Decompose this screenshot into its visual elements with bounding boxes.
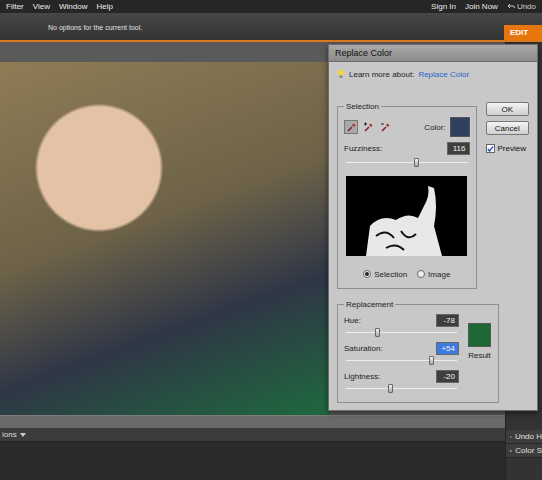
menu-item[interactable]: Window <box>59 2 87 11</box>
panel-header[interactable]: ions <box>0 428 505 442</box>
preview-checkbox[interactable]: Preview <box>486 144 529 153</box>
workspace: ionsUndo HColor SReplace ColorLearn more… <box>0 42 542 480</box>
value-input[interactable]: -78 <box>436 314 459 327</box>
expand-icon[interactable] <box>20 432 26 438</box>
result-label: Result <box>468 351 491 360</box>
menu-item[interactable]: View <box>33 2 50 11</box>
dialog-button[interactable]: OK <box>486 102 529 116</box>
selection-group: SelectionColor:Fuzziness:116SelectionIma… <box>337 102 477 289</box>
slider-track <box>346 388 457 389</box>
color-field: Color: <box>424 117 469 137</box>
slider-row: Lightness:-20 <box>344 369 459 396</box>
eyedropper-button[interactable] <box>361 120 375 134</box>
undo-icon <box>507 3 515 10</box>
options-bar: No options for the current tool. EDIT <box>0 13 542 42</box>
value-input[interactable]: -20 <box>436 370 459 383</box>
replace-color-dialog: Replace ColorLearn more about:Replace Co… <box>328 44 538 411</box>
value-input[interactable]: +54 <box>436 342 459 355</box>
replacement-group: ReplacementHue:-78Saturation:+54Lightnes… <box>337 300 499 403</box>
options-text: No options for the current tool. <box>48 24 142 40</box>
slider-row: Saturation:+54 <box>344 341 459 368</box>
slider-row: Hue:-78 <box>344 313 459 340</box>
dialog-button[interactable]: Cancel <box>486 121 529 135</box>
canvas-strip <box>0 415 505 428</box>
expand-icon[interactable] <box>510 434 512 440</box>
slider-track <box>346 360 457 361</box>
eyedropper-sample-icon <box>346 122 357 133</box>
view-radio[interactable]: Selection <box>363 270 407 279</box>
eyedropper-add-icon <box>363 122 374 133</box>
selection-mask-icon <box>346 176 467 256</box>
slider-thumb[interactable] <box>375 328 380 337</box>
account-link[interactable]: Join Now <box>465 2 498 11</box>
color-swatch[interactable] <box>450 117 470 137</box>
slider-track <box>346 332 457 333</box>
menu-item[interactable]: Filter <box>6 2 24 11</box>
selection-preview <box>346 176 467 256</box>
dialog-title[interactable]: Replace Color <box>329 45 537 62</box>
mode-tab[interactable]: EDIT <box>504 25 542 40</box>
slider-thumb[interactable] <box>414 158 419 167</box>
result-swatch[interactable] <box>468 323 491 347</box>
lightbulb-icon <box>337 69 345 79</box>
account-link[interactable]: Sign In <box>431 2 456 11</box>
panel-row[interactable]: Undo H <box>506 430 542 444</box>
fuzziness-input[interactable]: 116 <box>447 142 470 155</box>
editor-window: Filter View Window Help Sign In Join Now Undo N… <box>0 0 542 480</box>
slider-track <box>346 162 468 163</box>
check-icon <box>487 145 494 153</box>
replacement-slider[interactable] <box>346 384 457 393</box>
eyedropper-button[interactable] <box>378 120 392 134</box>
photo <box>0 62 330 415</box>
slider-thumb[interactable] <box>388 384 393 393</box>
expand-icon[interactable] <box>510 448 512 454</box>
fuzziness-slider[interactable] <box>346 158 468 167</box>
replacement-slider[interactable] <box>346 356 457 365</box>
eyedropper-subtract-icon <box>380 122 391 133</box>
slider-thumb[interactable] <box>429 356 434 365</box>
panel-row[interactable]: Color S <box>506 444 542 458</box>
help-row: Learn more about:Replace Color <box>337 67 529 81</box>
help-link[interactable]: Replace Color <box>418 70 469 79</box>
menu-item[interactable]: Help <box>96 2 112 11</box>
menu-bar: Filter View Window Help Sign In Join Now Undo <box>0 0 542 13</box>
replacement-slider[interactable] <box>346 328 457 337</box>
undo-button[interactable]: Undo <box>507 2 536 11</box>
bottom-panel: ions <box>0 428 505 480</box>
eyedropper-button[interactable] <box>344 120 358 134</box>
view-radio[interactable]: Image <box>417 270 450 279</box>
